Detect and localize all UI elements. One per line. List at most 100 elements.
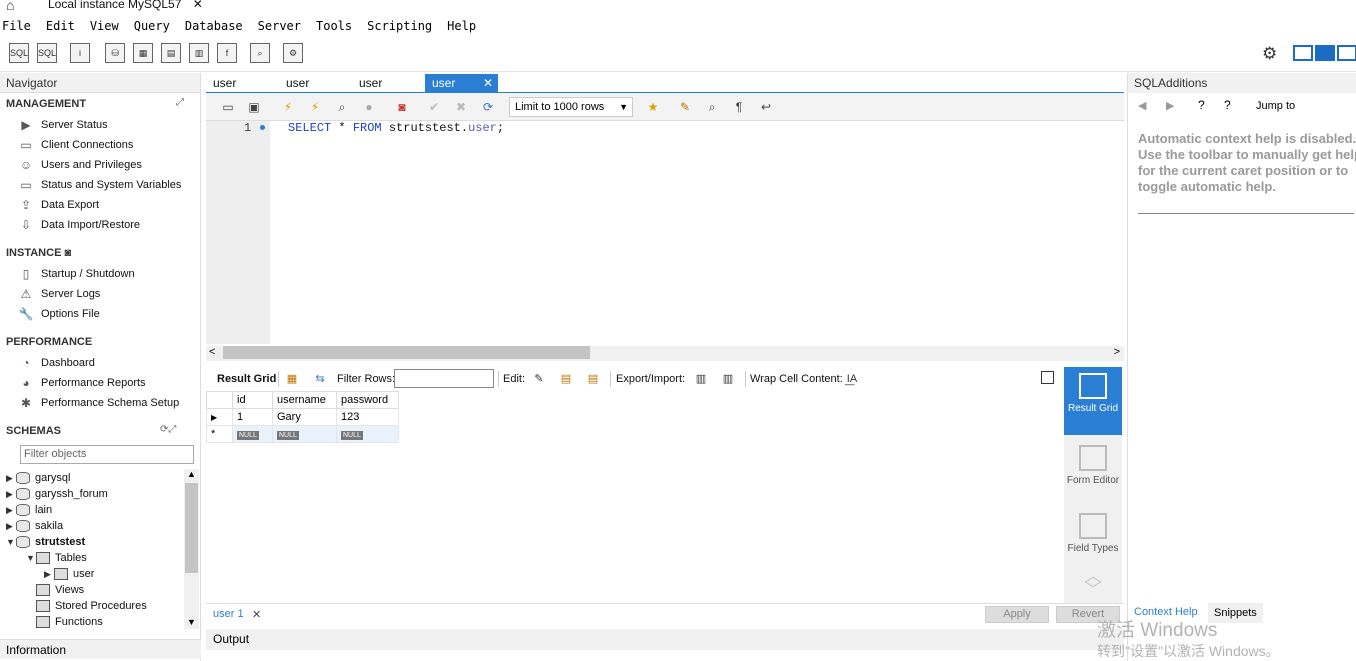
inspector-icon[interactable]: i [70,43,90,63]
bookmark-icon[interactable]: ★ [644,98,662,116]
nav-status-variables[interactable]: ▭ Status and System Variables [18,176,181,194]
tree-functions[interactable]: Functions [36,614,103,630]
find-icon[interactable]: ⌕ [703,98,721,116]
schema-garysql[interactable]: ▶ garysql [6,470,70,486]
collapse-arrow-icon[interactable]: ▼ [6,537,16,547]
invisible-chars-icon[interactable]: ¶ [730,98,748,116]
nav-startup-shutdown[interactable]: ▯ Startup / Shutdown [18,265,135,283]
expand-arrow-icon[interactable]: ▶ [6,505,16,516]
gear-icon[interactable]: ⚙ [1262,44,1277,64]
nav-data-export[interactable]: ⇪ Data Export [18,196,99,214]
tree-views[interactable]: Views [36,582,84,598]
scroll-down-icon[interactable]: ▼ [187,617,196,627]
nav-performance-schema-setup[interactable]: ✱ Performance Schema Setup [18,394,179,412]
grid-view-icon[interactable]: ▦ [284,371,300,387]
edit-row-icon[interactable]: ✎ [531,371,547,387]
autocommit-icon[interactable]: ⟳ [479,98,497,116]
schema-sakila[interactable]: ▶ sakila [6,518,63,534]
toggle-error-icon[interactable]: ◙ [393,98,411,116]
table-row-new[interactable]: * NULL NULL NULL [206,425,399,443]
schema-lain[interactable]: ▶ lain [6,502,52,518]
scroll-right-icon[interactable]: > [1114,346,1120,358]
expand-arrow-icon[interactable]: ▶ [6,473,16,484]
expand-arrow-icon[interactable]: ▶ [6,521,16,532]
nav-performance-reports[interactable]: ◕ Performance Reports [18,374,145,392]
table-row[interactable]: ▶ 1 Gary 123 [206,408,399,426]
schema-garyssh-forum[interactable]: ▶ garyssh_forum [6,486,108,502]
wrap-lines-icon[interactable]: ↩ [757,98,775,116]
tree-stored-procedures[interactable]: Stored Procedures [36,598,147,614]
table-cell[interactable]: 1 [232,408,273,426]
menu-query[interactable]: Query [134,19,170,33]
home-icon[interactable]: ⌂ [6,0,24,13]
column-header-password[interactable]: password [336,391,399,409]
toggle-sidebar-button[interactable] [1293,45,1313,61]
query-tab-4[interactable]: user ✕ [425,74,498,93]
create-function-icon[interactable]: f [217,43,237,63]
close-icon[interactable]: ✕ [193,0,203,11]
editor-hscrollbar[interactable]: < > [206,346,1124,361]
schema-strutstest[interactable]: ▼ strutstest [6,534,85,550]
explain-icon[interactable]: ⌕ [333,98,351,116]
query-tab-2[interactable]: user [279,74,349,93]
jump-to-select[interactable]: Jump to [1256,100,1295,112]
menu-database[interactable]: Database [185,19,243,33]
result-grid-view-button[interactable]: Result Grid [1064,367,1122,435]
import-icon[interactable]: ▥ [720,371,736,387]
form-editor-button[interactable]: Form Editor [1064,439,1122,499]
scroll-left-icon[interactable]: < [209,346,215,358]
open-sql-file-icon[interactable]: SQL [37,43,57,63]
wrap-cell-icon[interactable]: I͟A [844,371,860,387]
toggle-panel-icon[interactable] [1041,371,1054,384]
auto-help-icon[interactable]: ? [1224,98,1231,112]
table-cell[interactable]: Gary [272,408,337,426]
create-schema-icon[interactable]: ⛁ [105,43,125,63]
query-tab-1[interactable]: user [206,74,276,93]
nav-dashboard[interactable]: ◔ Dashboard [18,354,94,372]
help-icon[interactable]: ? [1198,98,1205,112]
expand-arrow-icon[interactable]: ▶ [6,489,16,500]
table-cell[interactable]: NULL [232,425,273,443]
menu-help[interactable]: Help [447,19,476,33]
collapse-arrow-icon[interactable]: ▼ [26,553,36,563]
table-cell[interactable]: NULL [336,425,399,443]
nav-users-privileges[interactable]: ☺ Users and Privileges [18,156,142,174]
export-icon[interactable]: ▥ [693,371,709,387]
reconnect-icon[interactable]: ⚙ [283,43,303,63]
menu-scripting[interactable]: Scripting [367,19,432,33]
expand-icon[interactable]: ⤢ [176,97,184,108]
menu-server[interactable]: Server [258,19,301,33]
scrollbar-thumb[interactable] [223,346,590,359]
filter-rows-input[interactable] [394,369,494,388]
tree-tables[interactable]: ▼ Tables [26,550,87,566]
query-tab-3[interactable]: user [352,74,422,93]
forward-icon[interactable]: ▶ [1166,99,1174,112]
back-icon[interactable]: ◀ [1138,99,1146,112]
nav-server-logs[interactable]: ⚠ Server Logs [18,285,101,303]
beautify-icon[interactable]: ✎ [676,98,694,116]
table-cell[interactable]: NULL [272,425,337,443]
refresh-icon[interactable]: ⇆ [312,371,328,387]
search-table-data-icon[interactable]: ⌕ [250,43,270,63]
apply-button[interactable]: Apply [985,606,1049,623]
instance-tab[interactable]: Local instance MySQL57 ✕ [40,0,203,13]
table-cell[interactable]: 123 [336,408,399,426]
column-header-id[interactable]: id [232,391,273,409]
scrollbar-thumb[interactable] [185,483,198,573]
create-procedure-icon[interactable]: ▥ [189,43,209,63]
filter-objects-input[interactable]: Filter objects [20,445,194,464]
menu-file[interactable]: File [2,19,31,33]
new-sql-tab-icon[interactable]: SQL [9,43,29,63]
insert-row-icon[interactable]: ▤ [558,371,574,387]
delete-row-icon[interactable]: ▤ [585,371,601,387]
result-tab-user1[interactable]: user 1 [213,608,244,620]
toggle-output-button[interactable] [1315,45,1335,61]
open-file-icon[interactable]: ▭ [219,98,237,116]
nav-options-file[interactable]: 🔧 Options File [18,305,100,323]
nav-client-connections[interactable]: ▭ Client Connections [18,136,133,154]
execute-current-icon[interactable]: ⚡ [306,98,324,116]
create-view-icon[interactable]: ▤ [161,43,181,63]
close-icon[interactable]: ✕ [483,74,493,92]
save-icon[interactable]: ▣ [245,98,263,116]
limit-rows-select[interactable]: Limit to 1000 rows ▼ [509,97,633,117]
